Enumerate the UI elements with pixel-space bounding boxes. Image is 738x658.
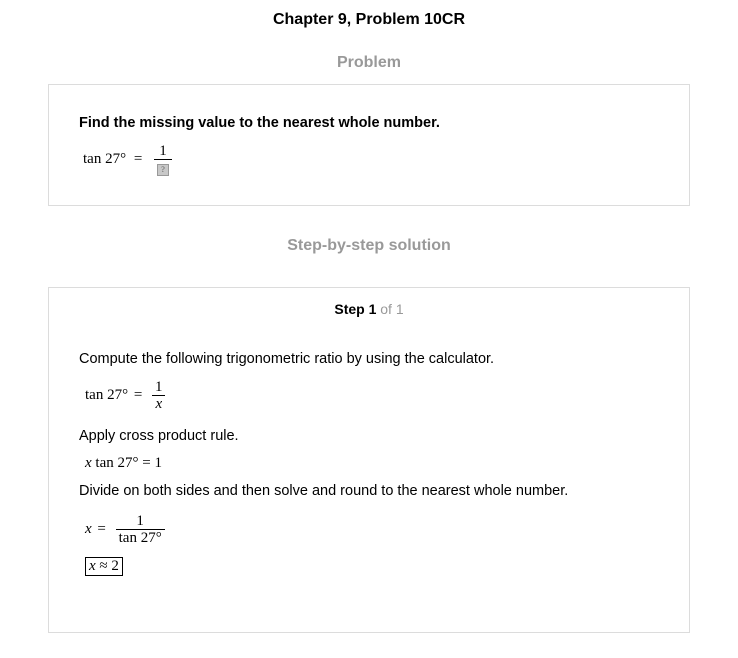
fraction: 1 ? — [154, 143, 173, 176]
equation-lhs: tan 27° — [83, 150, 127, 167]
variable: x — [89, 558, 96, 574]
numerator: 1 — [136, 513, 144, 529]
solution-heading: Step-by-step solution — [287, 237, 451, 254]
problem-heading: Problem — [336, 54, 401, 71]
equals-sign: = — [133, 386, 143, 403]
answer-value: 2 — [111, 558, 119, 574]
denominator: tan 27° — [115, 529, 165, 546]
denominator: ? — [154, 159, 173, 176]
step-count: of 1 — [380, 301, 404, 317]
equation-1: tan 27° = 1 x — [85, 379, 166, 412]
equation-rhs: 1 — [154, 455, 162, 471]
answer-box: x ≈ 2 — [85, 557, 123, 576]
equals-sign: = — [97, 520, 106, 537]
variable: x — [85, 520, 92, 537]
problem-equation: tan 27° = 1 ? — [83, 143, 173, 176]
approx-sign: ≈ — [99, 558, 108, 574]
equals-sign: = — [133, 150, 143, 167]
problem-instruction: Find the missing value to the nearest wh… — [79, 115, 440, 131]
equals-sign: = — [142, 455, 151, 471]
denominator: x — [155, 396, 163, 412]
equation-term: tan 27° — [95, 455, 139, 471]
problem-box: Find the missing value to the nearest wh… — [48, 84, 690, 206]
numerator: 1 — [155, 379, 163, 395]
variable: x — [85, 455, 92, 471]
numerator: 1 — [159, 143, 167, 159]
page-title: Chapter 9, Problem 10CR — [272, 11, 466, 28]
equation-2: x tan 27° = 1 — [85, 455, 162, 472]
solution-box: Step 1 of 1 Compute the following trigon… — [48, 287, 690, 633]
step-label: Step 1 — [334, 301, 377, 317]
equation-3: x = 1 tan 27° — [85, 513, 165, 546]
final-answer: x ≈ 2 — [85, 557, 123, 576]
paragraph-2: Apply cross product rule. — [79, 428, 239, 444]
step-header: Step 1 of 1 — [49, 301, 689, 317]
equation-lhs: tan 27° — [85, 386, 129, 403]
fraction: 1 x — [152, 379, 166, 412]
paragraph-3: Divide on both sides and then solve and … — [79, 483, 569, 499]
missing-value-icon: ? — [157, 164, 170, 176]
paragraph-1: Compute the following trigonometric rati… — [79, 351, 495, 367]
fraction: 1 tan 27° — [115, 513, 165, 546]
